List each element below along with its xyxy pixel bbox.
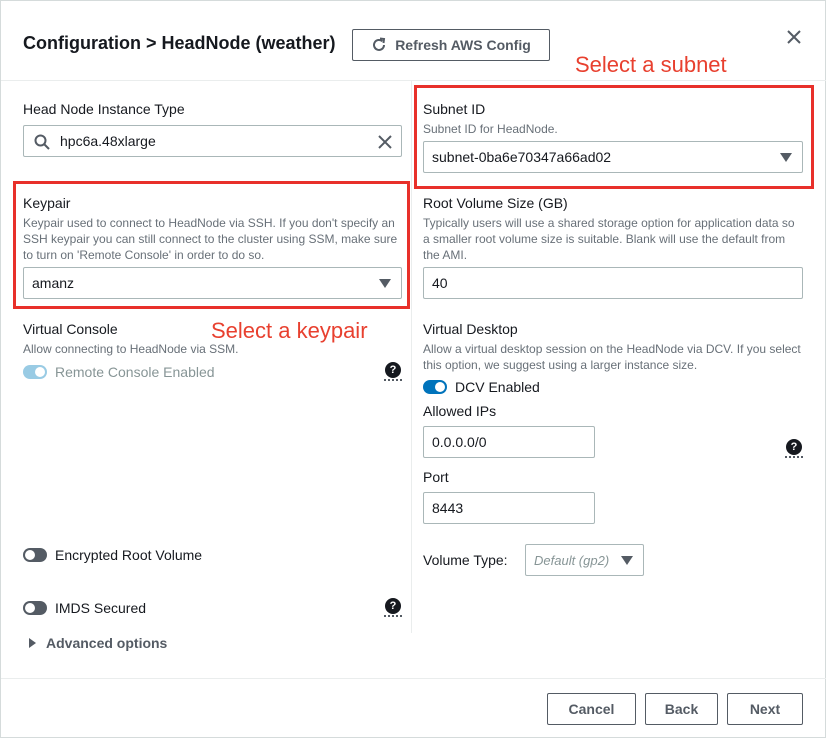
clear-icon[interactable] (377, 134, 393, 153)
next-button[interactable]: Next (727, 693, 803, 725)
back-button[interactable]: Back (645, 693, 718, 725)
root-volume-label: Root Volume Size (GB) (423, 195, 568, 211)
root-volume-description: Typically users will use a shared storag… (423, 216, 795, 262)
dcv-toggle[interactable] (423, 380, 447, 394)
volume-type-placeholder: Default (gp2) (534, 552, 610, 568)
help-icon[interactable]: ? (385, 598, 401, 614)
remote-console-toggle[interactable] (23, 365, 47, 379)
column-divider (411, 81, 412, 633)
instance-type-value: hpc6a.48xlarge (60, 133, 156, 149)
dcv-label: DCV Enabled (455, 379, 540, 395)
root-volume-value: 40 (432, 275, 448, 291)
allowed-ips-value: 0.0.0.0/0 (432, 434, 487, 450)
instance-type-label: Head Node Instance Type (23, 101, 185, 117)
port-input[interactable]: 8443 (423, 492, 595, 524)
allowed-ips-input[interactable]: 0.0.0.0/0 (423, 426, 595, 458)
port-label: Port (423, 469, 449, 485)
subnet-value: subnet-0ba6e70347a66ad02 (432, 149, 612, 165)
caret-down-icon (621, 556, 633, 565)
virtual-console-description: Allow connecting to HeadNode via SSM. (23, 342, 239, 356)
subnet-select[interactable]: subnet-0ba6e70347a66ad02 (423, 141, 803, 173)
advanced-options-label: Advanced options (46, 635, 168, 651)
caret-right-icon (29, 638, 36, 648)
caret-down-icon (379, 279, 391, 288)
encrypted-root-toggle[interactable] (23, 548, 47, 562)
refresh-icon (371, 37, 387, 53)
cancel-button[interactable]: Cancel (547, 693, 636, 725)
help-underline (384, 615, 402, 617)
help-icon[interactable]: ? (385, 362, 401, 378)
caret-down-icon (780, 153, 792, 162)
encrypted-root-label: Encrypted Root Volume (55, 547, 203, 563)
keypair-description: Keypair used to connect to HeadNode via … (23, 216, 398, 262)
help-underline (384, 379, 402, 381)
keypair-label: Keypair (23, 195, 71, 211)
virtual-desktop-label: Virtual Desktop (423, 321, 518, 337)
allowed-ips-label: Allowed IPs (423, 403, 497, 419)
keypair-value: amanz (32, 275, 75, 291)
keypair-select[interactable]: amanz (23, 267, 402, 299)
refresh-aws-config-button[interactable]: Refresh AWS Config (352, 29, 550, 61)
volume-type-label: Volume Type: (423, 552, 508, 568)
help-underline (785, 456, 803, 458)
subnet-label: Subnet ID (423, 101, 486, 117)
instance-type-input[interactable]: hpc6a.48xlarge (23, 125, 402, 157)
virtual-desktop-description: Allow a virtual desktop session on the H… (423, 342, 801, 372)
page-title: Configuration > HeadNode (weather) (23, 33, 336, 53)
footer-divider (1, 678, 826, 679)
root-volume-input[interactable]: 40 (423, 267, 803, 299)
help-icon[interactable]: ? (786, 439, 802, 455)
remote-console-label: Remote Console Enabled (55, 364, 215, 380)
volume-type-select[interactable]: Default (gp2) (525, 544, 644, 576)
annotation-select-subnet: Select a subnet (575, 52, 727, 77)
search-icon (34, 134, 50, 153)
port-value: 8443 (432, 500, 464, 516)
imds-toggle[interactable] (23, 601, 47, 615)
refresh-label: Refresh AWS Config (395, 37, 531, 53)
virtual-console-label: Virtual Console (23, 321, 118, 337)
advanced-options-toggle[interactable]: Advanced options (29, 635, 167, 651)
configuration-dialog: Configuration > HeadNode (weather) Refre… (0, 0, 826, 738)
close-icon[interactable] (784, 27, 804, 47)
imds-label: IMDS Secured (55, 600, 147, 616)
subnet-description: Subnet ID for HeadNode. (423, 122, 558, 136)
